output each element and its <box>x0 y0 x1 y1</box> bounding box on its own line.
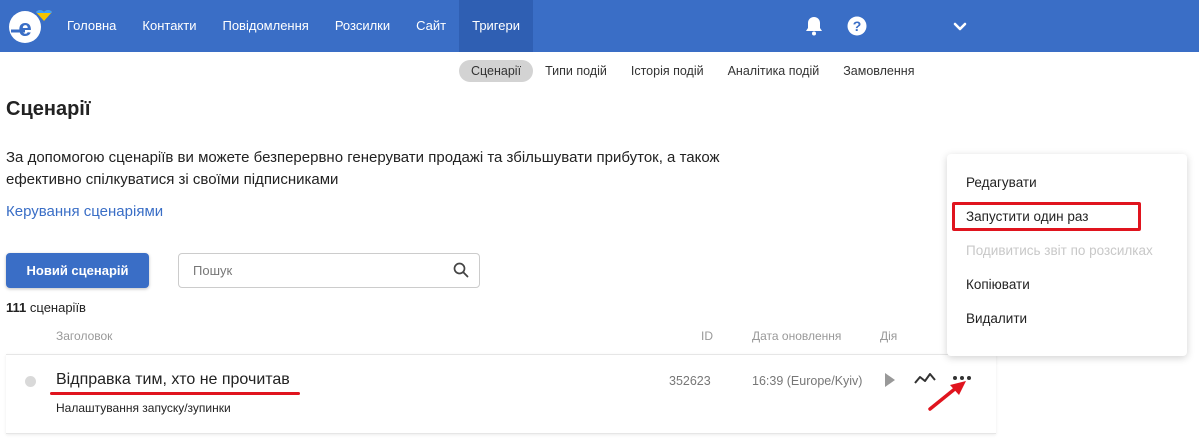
menu-item-run-once[interactable]: Запустити один раз <box>966 209 1088 224</box>
scenario-count-label: сценаріїв <box>29 300 86 315</box>
new-scenario-button[interactable]: Новий сценарій <box>6 253 149 288</box>
scenario-id: 352623 <box>669 374 711 388</box>
nav-item-campaigns[interactable]: Розсилки <box>322 0 403 52</box>
search-box <box>178 253 480 288</box>
top-navigation-bar: e Головна Контакти Повідомлення Розсилки… <box>0 0 1199 52</box>
scenario-title[interactable]: Відправка тим, хто не прочитав <box>56 371 290 389</box>
tab-event-types[interactable]: Типи подій <box>533 60 619 82</box>
nav-item-home[interactable]: Головна <box>54 0 129 52</box>
bell-icon[interactable] <box>802 14 826 38</box>
play-icon[interactable] <box>883 372 897 388</box>
column-header-updated: Дата оновлення <box>752 329 842 343</box>
help-icon[interactable]: ? <box>845 14 869 38</box>
scenario-count: 111 сценаріїв <box>6 300 86 315</box>
column-header-id: ID <box>701 329 713 343</box>
description-line-2: ефективно спілкуватися зі своїми підписн… <box>6 171 339 188</box>
tab-orders[interactable]: Замовлення <box>831 60 926 82</box>
chevron-down-icon[interactable] <box>948 14 972 38</box>
svg-text:?: ? <box>853 18 862 34</box>
page-description: За допомогою сценаріїв ви можете безпере… <box>6 147 826 191</box>
status-indicator <box>25 376 36 387</box>
row-actions-menu: Редагувати Запустити один раз Подивитись… <box>947 154 1187 356</box>
nav-item-site[interactable]: Сайт <box>403 0 459 52</box>
scenario-count-number: 111 <box>6 300 27 315</box>
more-options-icon[interactable] <box>952 374 972 382</box>
menu-item-view-report: Подивитись звіт по розсилках <box>966 243 1153 258</box>
description-line-1: За допомогою сценаріїв ви можете безпере… <box>6 149 720 166</box>
table-row: Відправка тим, хто не прочитав Налаштува… <box>6 354 996 434</box>
nav-item-contacts[interactable]: Контакти <box>129 0 209 52</box>
column-header-action: Дія <box>880 329 898 343</box>
tab-event-history[interactable]: Історія подій <box>619 60 716 82</box>
analytics-icon[interactable] <box>914 371 936 387</box>
sub-navigation: Сценарії Типи подій Історія подій Аналіт… <box>459 60 926 82</box>
manage-scenarios-link[interactable]: Керування сценаріями <box>6 203 163 220</box>
menu-item-copy[interactable]: Копіювати <box>966 277 1030 292</box>
page-title: Сценарії <box>6 98 91 120</box>
tab-scenarios[interactable]: Сценарії <box>459 60 534 82</box>
search-input[interactable] <box>179 254 439 287</box>
search-icon[interactable] <box>453 262 469 278</box>
main-nav: Головна Контакти Повідомлення Розсилки С… <box>54 0 533 52</box>
scenario-updated-date: 16:39 (Europe/Kyiv) <box>752 374 863 388</box>
nav-item-triggers[interactable]: Тригери <box>459 0 533 52</box>
logo-icon[interactable]: e <box>4 6 52 46</box>
nav-item-messages[interactable]: Повідомлення <box>209 0 321 52</box>
menu-item-edit[interactable]: Редагувати <box>966 175 1037 190</box>
column-header-title: Заголовок <box>56 329 113 343</box>
tab-event-analytics[interactable]: Аналітика подій <box>716 60 832 82</box>
scenario-subtitle[interactable]: Налаштування запуску/зупинки <box>56 401 231 415</box>
menu-item-delete[interactable]: Видалити <box>966 311 1027 326</box>
annotation-underline <box>50 392 300 395</box>
svg-text:e: e <box>18 15 31 42</box>
